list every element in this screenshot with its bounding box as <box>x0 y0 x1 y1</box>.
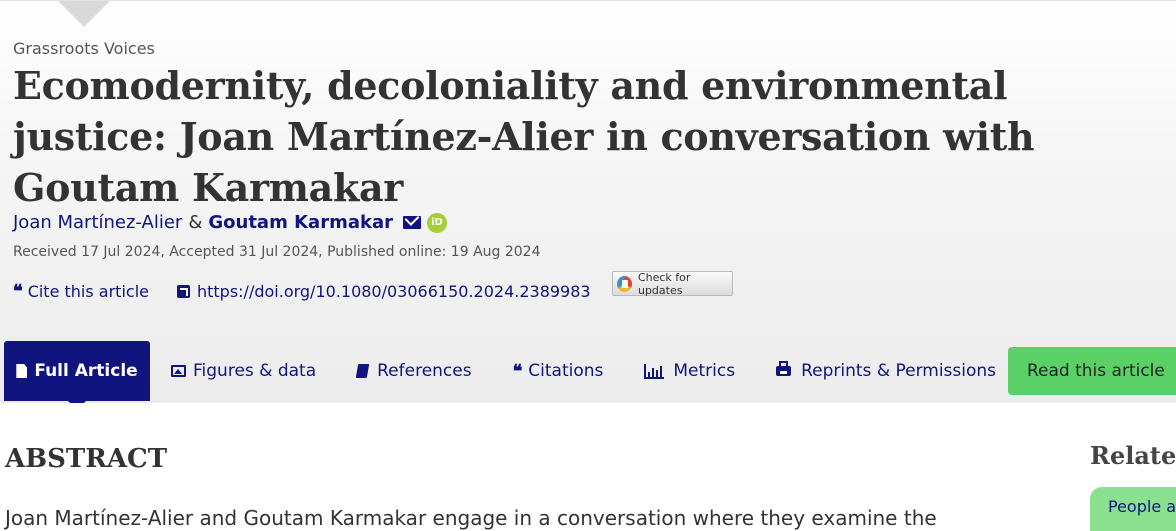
article-title: Ecomodernity, decoloniality and environm… <box>13 63 1035 210</box>
orcid-icon[interactable]: iD <box>426 212 447 233</box>
related-heading: Related <box>1090 441 1176 470</box>
tab-references[interactable]: References <box>355 341 472 401</box>
abstract-heading: ABSTRACT <box>5 444 168 474</box>
abstract-text: Joan Martínez-Alier and Goutam Karmakar … <box>5 506 937 530</box>
doi-label: https://doi.org/10.1080/03066150.2024.23… <box>196 282 591 301</box>
people-also-read-tab[interactable]: People a <box>1090 487 1176 531</box>
bar-chart-icon <box>644 363 665 379</box>
author-link-2[interactable]: Goutam Karmakar <box>208 212 393 233</box>
crossmark-icon <box>617 275 632 292</box>
tab-metrics[interactable]: Metrics <box>644 341 735 401</box>
tab-figures-data[interactable]: Figures & data <box>171 341 316 401</box>
tab-label: Citations <box>528 361 604 381</box>
print-icon <box>776 361 792 376</box>
quote-icon: ❝ <box>512 360 523 382</box>
article-actions: ❝ Cite this article https://doi.org/10.1… <box>13 282 591 301</box>
journal-section-label: Grassroots Voices <box>13 39 155 58</box>
check-for-updates-label: Check for updates <box>637 270 691 297</box>
cite-label: Cite this article <box>27 282 149 301</box>
book-icon <box>355 364 370 378</box>
header-notch <box>58 1 110 27</box>
check-for-updates-button[interactable]: Check for updates <box>612 270 733 297</box>
article-tabs: Full Article Figures & data References ❝… <box>4 341 1176 403</box>
author-separator: & <box>188 212 203 233</box>
doi-link[interactable]: https://doi.org/10.1080/03066150.2024.23… <box>176 282 591 301</box>
tab-full-article[interactable]: Full Article <box>4 341 150 403</box>
cite-this-article-link[interactable]: ❝ Cite this article <box>13 282 149 301</box>
tab-label: Reprints & Permissions <box>801 361 997 381</box>
tab-label: Figures & data <box>193 361 317 381</box>
read-this-article-button[interactable]: Read this article <box>1008 347 1176 395</box>
quote-icon: ❝ <box>13 280 23 302</box>
email-icon[interactable] <box>402 216 421 229</box>
author-link-1[interactable]: Joan Martínez-Alier <box>13 212 182 233</box>
document-icon <box>16 364 28 378</box>
tab-label: Metrics <box>673 361 736 381</box>
article-header: Grassroots Voices Ecomodernity, decoloni… <box>0 0 1176 403</box>
tab-label: References <box>377 361 472 381</box>
author-list: Joan Martínez-Alier & Goutam Karmakar iD <box>13 212 447 233</box>
external-link-icon <box>176 285 190 298</box>
tab-reprints-permissions[interactable]: Reprints & Permissions <box>776 341 996 401</box>
publication-dates: Received 17 Jul 2024, Accepted 31 Jul 20… <box>13 244 541 260</box>
image-icon <box>171 365 186 377</box>
tab-citations[interactable]: ❝ Citations <box>513 341 604 401</box>
tab-label: Full Article <box>34 361 138 381</box>
